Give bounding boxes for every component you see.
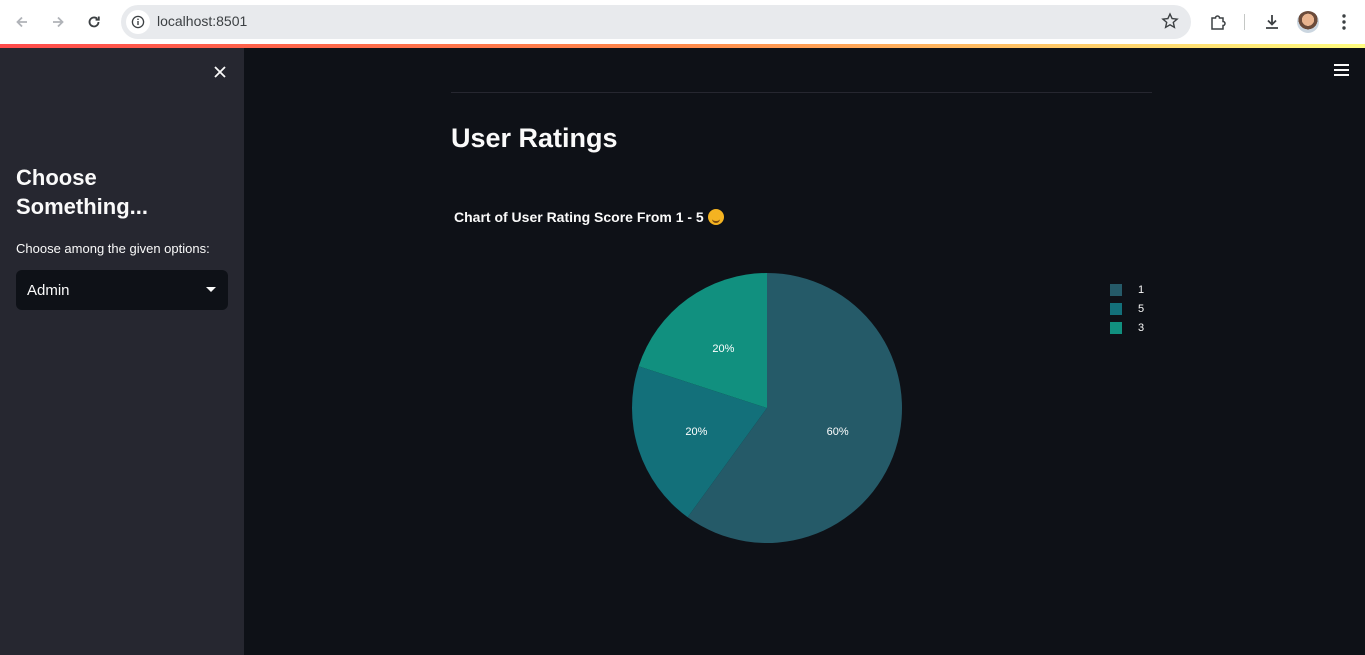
browser-toolbar: localhost:8501: [0, 0, 1365, 44]
divider: [451, 92, 1152, 93]
legend-swatch: [1110, 283, 1122, 296]
legend-item-3[interactable]: 3: [1110, 318, 1144, 337]
chevron-down-icon: [206, 287, 216, 292]
chart-legend: 1 5 3: [1110, 280, 1144, 337]
sidebar: Choose Something... Choose among the giv…: [0, 48, 244, 655]
bookmark-star-icon[interactable]: [1161, 12, 1179, 35]
legend-swatch: [1110, 302, 1122, 315]
legend-label: 5: [1138, 302, 1145, 315]
reload-icon[interactable]: [80, 8, 108, 36]
toolbar-separator: [1244, 14, 1245, 30]
slice-label-1: 60%: [827, 426, 849, 438]
hugging-face-emoji-icon: [707, 209, 724, 225]
legend-item-5[interactable]: 5: [1110, 299, 1144, 318]
chart-title: Chart of User Rating Score From 1 - 5: [454, 209, 724, 225]
slice-label-3: 20%: [712, 343, 734, 355]
browser-menu-icon[interactable]: [1330, 8, 1358, 36]
legend-swatch: [1110, 321, 1122, 334]
select-value: Admin: [27, 282, 70, 299]
chart-title-text: Chart of User Rating Score From 1 - 5: [454, 209, 704, 225]
back-icon[interactable]: [8, 8, 36, 36]
legend-label: 1: [1138, 283, 1145, 296]
sidebar-title: Choose Something...: [16, 165, 148, 219]
address-bar[interactable]: localhost:8501: [121, 5, 1191, 39]
url-text: localhost:8501: [157, 13, 248, 29]
main-menu-icon[interactable]: [1334, 64, 1350, 78]
pie-chart[interactable]: 60% 20% 20%: [600, 258, 940, 558]
forward-icon[interactable]: [44, 8, 72, 36]
download-icon[interactable]: [1258, 8, 1286, 36]
site-info-icon[interactable]: [126, 10, 150, 34]
page-title: User Ratings: [451, 123, 618, 153]
extensions-icon[interactable]: [1204, 8, 1232, 36]
slice-label-5: 20%: [685, 426, 707, 438]
close-sidebar-icon[interactable]: [208, 60, 232, 84]
legend-item-1[interactable]: 1: [1110, 280, 1144, 299]
profile-avatar[interactable]: [1297, 11, 1319, 33]
legend-label: 3: [1138, 321, 1145, 334]
select-label: Choose among the given options:: [16, 241, 210, 256]
role-select[interactable]: Admin: [16, 270, 228, 310]
